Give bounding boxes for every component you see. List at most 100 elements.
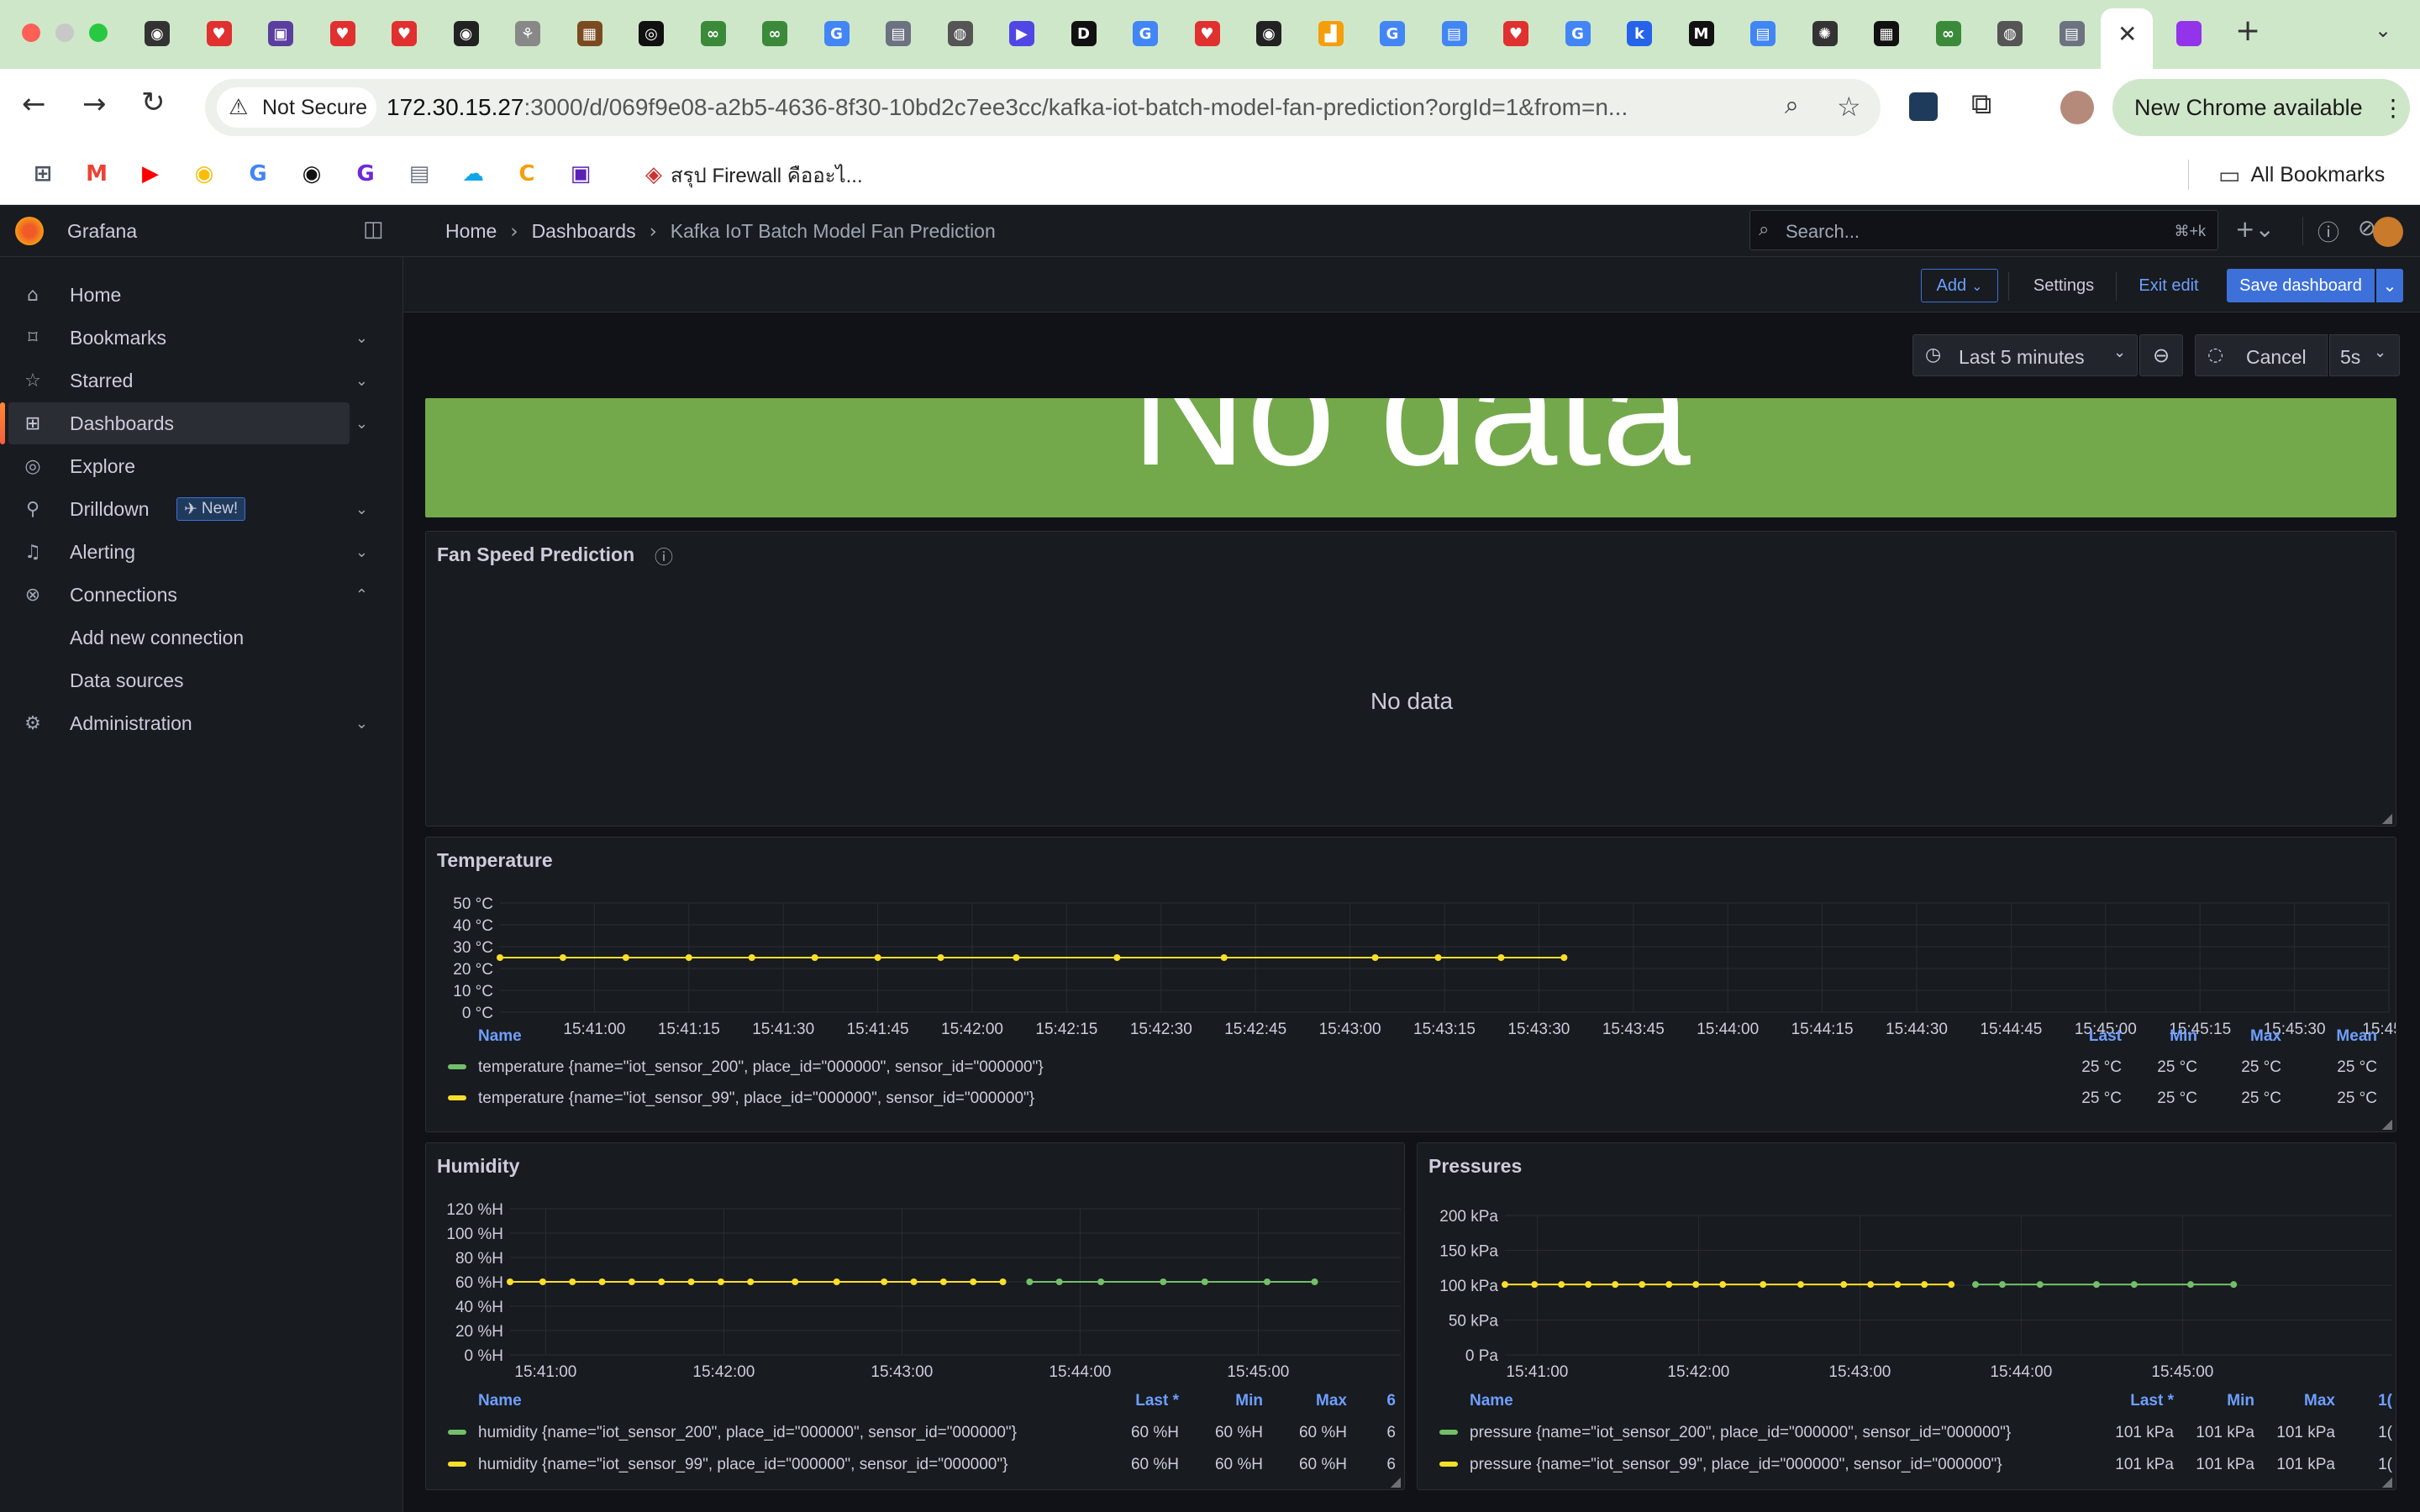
- chevron-down-icon[interactable]: ⌄: [355, 543, 368, 561]
- resize-handle-icon[interactable]: ◢: [1391, 1473, 1401, 1489]
- search-input[interactable]: ⌕ Search... ⌘+k: [1749, 210, 2218, 250]
- legend-header-last[interactable]: Last *: [1135, 1392, 1179, 1410]
- browser-tab-favicon[interactable]: ◉: [1256, 21, 1281, 46]
- browser-tab-favicon[interactable]: ◉: [145, 21, 170, 46]
- cancel-refresh-button[interactable]: ◌ Cancel: [2195, 334, 2328, 376]
- nav-administration[interactable]: ⚙ Administration ⌄: [8, 702, 368, 744]
- data-point[interactable]: [539, 1278, 546, 1285]
- legend-header-name[interactable]: Name: [1470, 1392, 1513, 1410]
- data-point[interactable]: [1201, 1278, 1208, 1285]
- data-point[interactable]: [1639, 1281, 1646, 1289]
- legend-header-name[interactable]: Name: [478, 1392, 522, 1410]
- all-bookmarks-button[interactable]: ▭ All Bookmarks: [2218, 160, 2385, 190]
- data-point[interactable]: [1311, 1278, 1318, 1285]
- browser-tab-favicon[interactable]: ▤: [1441, 21, 1467, 46]
- zoom-icon[interactable]: ⌕: [1785, 91, 1799, 120]
- reload-icon[interactable]: ↻: [141, 86, 166, 119]
- legend-header-last[interactable]: Last *: [2130, 1392, 2174, 1410]
- dock-menu-icon[interactable]: ◫: [363, 217, 384, 242]
- browser-tab-favicon[interactable]: G: [1133, 21, 1158, 46]
- temperature-chart[interactable]: 50 °C 40 °C 30 °C 20 °C 10 °C 0 °C 15:41:00 15:…: [426, 837, 2396, 1132]
- data-point[interactable]: [1948, 1281, 1955, 1289]
- data-point[interactable]: [569, 1278, 576, 1285]
- data-point[interactable]: [2187, 1281, 2194, 1289]
- security-chip[interactable]: ⚠ Not Secure: [217, 87, 376, 128]
- browser-tab-favicon[interactable]: ▦: [576, 21, 602, 46]
- data-point[interactable]: [811, 954, 818, 961]
- close-window-button[interactable]: [22, 24, 40, 42]
- browser-tab-favicon[interactable]: [2176, 21, 2202, 46]
- browser-tab-favicon[interactable]: ▟: [1318, 21, 1344, 46]
- browser-tab-favicon[interactable]: ♥: [1503, 21, 1528, 46]
- temperature-panel[interactable]: Temperature 50 °C 40 °C 30 °C 20 °C 10 °C 0 °…: [425, 837, 2396, 1132]
- back-arrow-icon[interactable]: ←: [22, 87, 46, 121]
- breadcrumb-home[interactable]: Home: [445, 220, 497, 243]
- browser-tab-favicon[interactable]: ▤: [2059, 21, 2085, 46]
- bookmark-favicon[interactable]: ◉: [192, 161, 217, 186]
- chevron-down-icon[interactable]: ⌄: [355, 372, 368, 390]
- browser-tab-favicon[interactable]: ♥: [206, 21, 232, 46]
- add-button[interactable]: Add ⌄: [1921, 269, 1998, 302]
- nav-home[interactable]: ⌂ Home: [8, 274, 350, 316]
- browser-tab-favicon[interactable]: ∞: [700, 21, 726, 46]
- resize-handle-icon[interactable]: ◢: [2382, 810, 2392, 826]
- data-point[interactable]: [717, 1278, 724, 1285]
- browser-tab-favicon[interactable]: G: [823, 21, 850, 46]
- data-point[interactable]: [748, 954, 755, 961]
- profile-avatar[interactable]: [2060, 91, 2094, 124]
- chevron-down-icon[interactable]: ⌄: [355, 329, 368, 347]
- data-point[interactable]: [874, 954, 881, 961]
- pressures-panel[interactable]: Pressures 200 kPa 150 kPa 100 kPa 50 kPa 0 P…: [1417, 1142, 2396, 1490]
- browser-tab-favicon[interactable]: ♥: [392, 21, 417, 46]
- data-point[interactable]: [1972, 1281, 1979, 1289]
- nav-dashboards[interactable]: ⊞ Dashboards ⌄: [0, 402, 368, 444]
- data-point[interactable]: [1220, 954, 1228, 961]
- data-point[interactable]: [685, 954, 692, 961]
- legend-series-name[interactable]: humidity {name="iot_sensor_200", place_i…: [478, 1424, 1017, 1441]
- nav-explore[interactable]: ◎ Explore: [8, 445, 350, 487]
- bookmark-favicon[interactable]: G: [245, 161, 271, 186]
- browser-tab-favicon[interactable]: ▤: [886, 21, 911, 46]
- legend-header-max[interactable]: Max: [2250, 1027, 2281, 1045]
- legend-series-name[interactable]: temperature {name="iot_sensor_99", place…: [478, 1089, 1034, 1107]
- maximize-window-button[interactable]: [89, 24, 108, 42]
- bookmark-favicon[interactable]: ▣: [568, 161, 593, 186]
- data-point[interactable]: [1558, 1281, 1565, 1289]
- tab-search-chevron-icon[interactable]: ⌄: [2375, 18, 2391, 42]
- nav-starred[interactable]: ☆ Starred ⌄: [8, 360, 368, 402]
- pressures-chart[interactable]: 200 kPa 150 kPa 100 kPa 50 kPa 0 Pa 15:41:00 1…: [1418, 1143, 2396, 1490]
- data-point[interactable]: [687, 1278, 695, 1285]
- chevron-down-icon[interactable]: ⌄: [355, 415, 368, 433]
- data-point[interactable]: [598, 1278, 606, 1285]
- help-icon[interactable]: ⓘ: [2317, 216, 2339, 247]
- humidity-chart[interactable]: 120 %H 100 %H 80 %H 60 %H 40 %H 20 %H 0 %H 15:4…: [426, 1143, 1405, 1490]
- legend-header-min[interactable]: Min: [2170, 1027, 2197, 1045]
- data-point[interactable]: [1026, 1278, 1034, 1285]
- bookmark-favicon[interactable]: M: [84, 161, 109, 186]
- breadcrumb-dashboards[interactable]: Dashboards: [532, 220, 636, 243]
- browser-tab-favicon[interactable]: M: [1688, 21, 1714, 46]
- minimize-window-button[interactable]: [55, 24, 74, 42]
- stat-panel[interactable]: No data: [425, 398, 2396, 517]
- data-point[interactable]: [2036, 1281, 2044, 1289]
- nav-alerting[interactable]: ♫ Alerting ⌄: [8, 531, 368, 573]
- data-point[interactable]: [628, 1278, 635, 1285]
- data-point[interactable]: [1867, 1281, 1875, 1289]
- browser-tab-favicon[interactable]: ▦: [1874, 21, 1899, 46]
- data-point[interactable]: [1371, 954, 1379, 961]
- browser-tab-favicon[interactable]: ∞: [762, 21, 787, 46]
- data-point[interactable]: [881, 1278, 888, 1285]
- resize-handle-icon[interactable]: ◢: [2382, 1473, 2392, 1489]
- data-point[interactable]: [1760, 1281, 1767, 1289]
- data-point[interactable]: [939, 1278, 947, 1285]
- legend-header-name[interactable]: Name: [478, 1027, 522, 1045]
- new-plus-icon[interactable]: +⌄: [2235, 215, 2275, 243]
- bookmark-favicon[interactable]: ▤: [407, 161, 432, 186]
- extensions-puzzle-icon[interactable]: ⧉: [1971, 87, 1991, 121]
- legend-header-last[interactable]: Last: [2089, 1027, 2123, 1045]
- zoom-out-icon[interactable]: ⊖: [2139, 334, 2183, 376]
- data-point[interactable]: [1531, 1281, 1539, 1289]
- browser-tab-favicon[interactable]: k: [1627, 21, 1652, 46]
- browser-tab-favicon[interactable]: ◎: [639, 21, 664, 46]
- legend-header-min[interactable]: Min: [2227, 1392, 2254, 1410]
